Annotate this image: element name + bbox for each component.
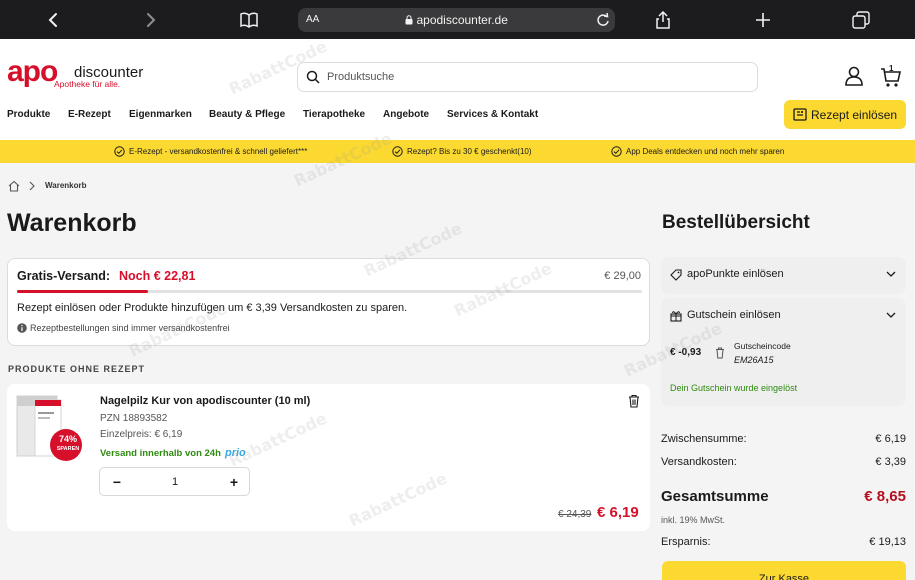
product-name[interactable]: Nagelpilz Kur von apodiscounter (10 ml) [100,395,310,407]
usp-bar: E-Rezept - versandkostenfrei & schnell g… [0,140,915,163]
usp-item[interactable]: Rezept? Bis zu 30 € geschenkt(10) [392,146,532,157]
url-label: apodiscounter.de [416,13,508,27]
gift-icon [670,311,682,322]
subtotal-label: Zwischensumme: [661,433,747,445]
cart-item: 74% SPAREN Nagelpilz Kur von apodiscount… [7,384,650,531]
chevron-down-icon [886,312,896,318]
logo-slogan: Apotheke für alle. [54,79,121,89]
new-tab-icon[interactable] [751,8,775,32]
rezept-button-label: Rezept einlösen [811,108,898,122]
product-unit-price: Einzelpreis: € 6,19 [100,429,183,440]
checkout-button[interactable]: Zur Kasse [662,561,906,580]
subtotal-value: € 6,19 [875,433,906,445]
product-old-price: € 24,39 [558,509,592,520]
total-value: € 8,65 [864,488,906,505]
summary-title: Bestellübersicht [662,212,810,233]
nav-item-beauty-pflege[interactable]: Beauty & Pflege [209,109,285,120]
usp-text: App Deals entdecken und noch mehr sparen [626,147,785,156]
free-shipping-remaining: Noch € 22,81 [119,269,196,283]
info-icon [17,323,27,333]
usp-item[interactable]: E-Rezept - versandkostenfrei & schnell g… [114,146,307,157]
browser-toolbar: AA apodiscounter.de [0,0,915,39]
quantity-stepper: − 1 + [99,467,250,496]
trash-icon[interactable] [628,394,640,408]
free-shipping-label: Gratis-Versand: [17,269,111,283]
shipping-cost-label: Versandkosten: [661,456,737,468]
check-circle-icon [392,146,403,157]
voucher-label: Gutschein einlösen [687,309,781,321]
free-shipping-note: Rezeptbestellungen sind immer versandkos… [17,323,230,333]
product-image[interactable] [15,394,87,464]
free-shipping-note-text: Rezeptbestellungen sind immer versandkos… [30,323,230,333]
lock-icon [405,15,413,25]
discount-badge: 74% [58,434,77,444]
chevron-right-icon [29,181,35,191]
nav-item-produkte[interactable]: Produkte [7,109,50,120]
voucher-code-label: Gutscheincode [734,341,791,351]
savings-label: Ersparnis: [661,536,711,548]
voucher-accordion[interactable]: Gutschein einlösen € -0,93 Gutscheincode… [661,298,906,406]
savings-value: € 19,13 [869,536,906,548]
check-circle-icon [611,146,622,157]
usp-text: Rezept? Bis zu 30 € geschenkt(10) [407,147,532,156]
product-price: € 6,19 [597,504,639,521]
usp-item[interactable]: App Deals entdecken und noch mehr sparen [611,146,784,157]
quantity-value[interactable]: 1 [160,472,190,492]
rezept-einloesen-button[interactable]: Rezept einlösen [784,100,906,129]
voucher-amount: € -0,93 [670,347,702,358]
search-input[interactable] [327,67,747,87]
chevron-down-icon [886,271,896,277]
free-shipping-progress [17,290,642,293]
check-circle-icon [114,146,125,157]
nav-item-eigenmarken[interactable]: Eigenmarken [129,109,192,120]
nav-item-services-kontakt[interactable]: Services & Kontakt [447,109,538,120]
shipping-cost-value: € 3,39 [875,456,906,468]
voucher-code: EM26A15 [734,355,774,365]
page-title: Warenkorb [7,209,137,237]
breadcrumb-current: Warenkorb [45,181,87,190]
address-bar[interactable]: AA apodiscounter.de [298,8,615,32]
account-icon[interactable] [844,66,864,86]
tag-icon [670,269,682,281]
url-text: apodiscounter.de [298,13,615,27]
forward-icon[interactable] [139,8,163,32]
share-icon[interactable] [651,8,675,32]
cart-count-badge: 1 [889,64,894,73]
search-icon[interactable] [306,70,320,84]
free-shipping-message: Rezept einlösen oder Produkte hinzufügen… [17,302,408,314]
trash-icon[interactable] [715,347,725,359]
reload-icon[interactable] [595,12,611,28]
total-label: Gesamtsumme [661,488,769,505]
free-shipping-progress-fill [17,290,149,293]
product-shipping-time: Versand innerhalb von 24h [100,448,221,459]
free-shipping-box: Gratis-Versand: Noch € 22,81 € 29,00 Rez… [7,258,650,346]
back-icon[interactable] [41,8,65,32]
nav-item-e-rezept[interactable]: E-Rezept [68,109,111,120]
vat-note: inkl. 19% MwSt. [661,515,726,525]
tabs-icon[interactable] [849,8,873,32]
product-pzn: PZN 18893582 [100,413,168,424]
apopunkte-accordion[interactable]: apoPunkte einlösen [661,257,906,294]
prio-badge: prio [225,447,246,459]
increase-quantity-button[interactable]: + [225,472,243,492]
search-bar [297,62,758,92]
apopunkte-label: apoPunkte einlösen [687,268,784,280]
decrease-quantity-button[interactable]: − [108,472,126,492]
logo-apo: apo [7,55,58,88]
home-icon[interactable] [8,180,20,192]
section-label-ohne-rezept: PRODUKTE OHNE REZEPT [8,364,146,374]
free-shipping-threshold: € 29,00 [604,270,641,282]
voucher-success-message: Dein Gutschein wurde eingelöst [670,383,798,393]
prescription-icon [793,108,807,121]
discount-badge-sub: SPAREN [56,446,80,452]
nav-item-tierapotheke[interactable]: Tierapotheke [303,109,365,120]
nav-item-angebote[interactable]: Angebote [383,109,429,120]
bookmarks-icon[interactable] [237,8,261,32]
usp-text: E-Rezept - versandkostenfrei & schnell g… [129,147,308,156]
